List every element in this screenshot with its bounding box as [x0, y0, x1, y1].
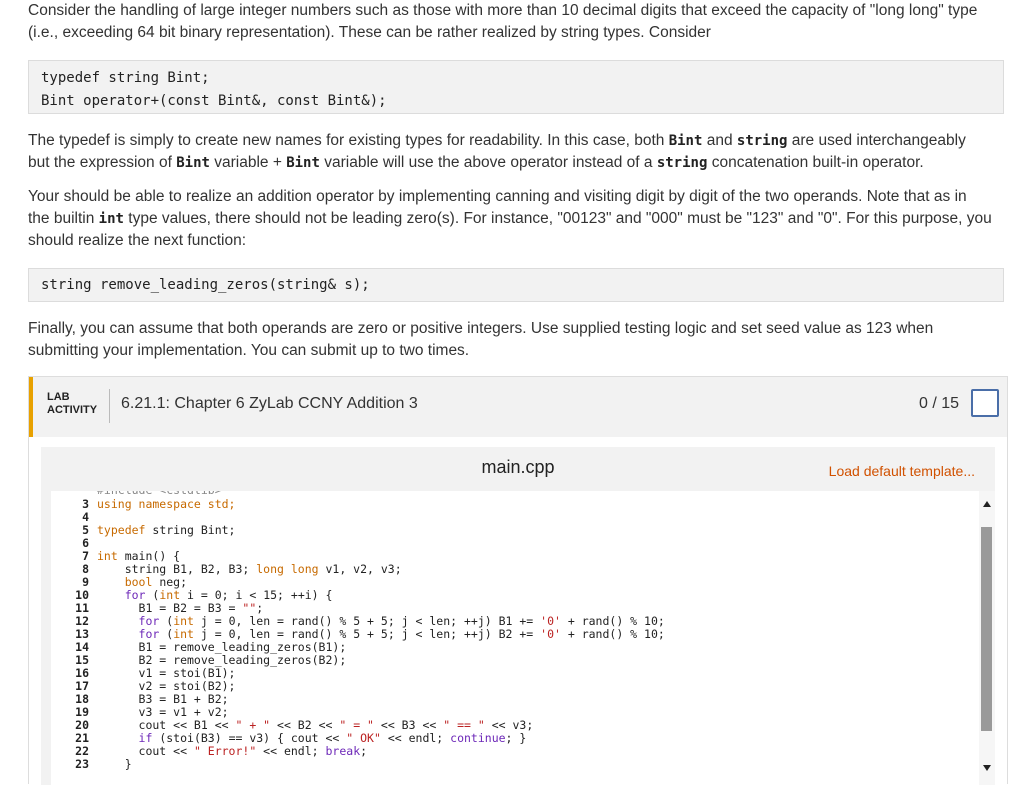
- scrollbar-thumb[interactable]: [981, 527, 992, 731]
- line-number: 15: [75, 653, 89, 667]
- line-number: 13: [75, 627, 89, 641]
- final-paragraph: Finally, you can assume that both operan…: [28, 318, 998, 362]
- addition-operator-line-2: the builtin int type values, there shoul…: [28, 210, 992, 227]
- line-number: 5: [82, 523, 89, 537]
- intro-line-2: (i.e., exceeding 64 bit binary represent…: [28, 24, 711, 41]
- line-number: 12: [75, 614, 89, 628]
- load-default-template-link[interactable]: Load default template...: [829, 463, 975, 479]
- lab-activity-panel: LAB ACTIVITY 6.21.1: Chapter 6 ZyLab CCN…: [28, 376, 1008, 785]
- typedef-explanation-paragraph: The typedef is simply to create new name…: [28, 130, 998, 174]
- line-number: 3: [82, 497, 89, 511]
- code-line-14: B1 = remove_leading_zeros(B1);: [97, 640, 347, 654]
- line-number: 7: [82, 549, 89, 563]
- line-number: 14: [75, 640, 89, 654]
- lab-tag-line-2: ACTIVITY: [47, 404, 98, 416]
- intro-line-1: Consider the handling of large integer n…: [28, 2, 978, 19]
- line-number: 17: [75, 679, 89, 693]
- code-line-7: int main() {: [97, 549, 181, 563]
- lab-activity-tag: LAB ACTIVITY: [47, 391, 97, 417]
- header-divider: [109, 389, 110, 423]
- code-line-18: B3 = B1 + B2;: [97, 692, 229, 706]
- code-line-5: typedef string Bint;: [97, 523, 236, 537]
- code-line-10: for (int i = 0; i < 15; ++i) {: [124, 588, 333, 602]
- addition-operator-paragraph: Your should be able to realize an additi…: [28, 186, 998, 252]
- line-number: 6: [82, 536, 89, 550]
- typedef-explanation-line-1: The typedef is simply to create new name…: [28, 132, 966, 149]
- final-line-1: Finally, you can assume that both operan…: [28, 320, 934, 337]
- line-number: 9: [82, 575, 89, 589]
- addition-operator-line-1: Your should be able to realize an additi…: [28, 188, 967, 205]
- code-line-17: v2 = stoi(B2);: [97, 679, 236, 693]
- code-line-9: bool neg;: [124, 575, 188, 589]
- code-line-8: string B1, B2, B3; long long v1, v2, v3;: [97, 562, 402, 576]
- intro-paragraph: Consider the handling of large integer n…: [28, 0, 998, 44]
- typedef-code-line-1: typedef string Bint;: [41, 70, 210, 86]
- final-line-2: submitting your implementation. You can …: [28, 342, 470, 359]
- line-number: 19: [75, 705, 89, 719]
- addition-operator-line-3: should realize the next function:: [28, 232, 246, 249]
- line-number: 11: [75, 601, 89, 615]
- lab-activity-header: LAB ACTIVITY 6.21.1: Chapter 6 ZyLab CCN…: [29, 377, 1007, 437]
- line-number: 4: [82, 510, 89, 524]
- scroll-up-arrow-icon[interactable]: [983, 501, 991, 507]
- line-number: 8: [82, 562, 89, 576]
- code-line-16: v1 = stoi(B1);: [97, 666, 236, 680]
- code-editor-panel: main.cpp Load default template... #inclu…: [41, 447, 995, 785]
- code-line-19: v3 = v1 + v2;: [97, 705, 229, 719]
- code-line-20: cout << B1 << " + " << B2 << " = " << B3…: [97, 718, 534, 732]
- typedef-code-box: typedef string Bint; Bint operator+(cons…: [28, 60, 1004, 114]
- code-line-23: }: [97, 757, 132, 771]
- code-line-3: using namespace std;: [97, 497, 236, 511]
- code-line-11: B1 = B2 = B3 = "";: [97, 601, 264, 615]
- code-line-22: cout << " Error!" << endl; break;: [97, 744, 368, 758]
- line-number: 10: [75, 588, 89, 602]
- code-line-12: for (int j = 0, len = rand() % 5 + 5; j …: [138, 614, 665, 628]
- lab-title: 6.21.1: Chapter 6 ZyLab CCNY Addition 3: [121, 395, 418, 412]
- code-line-15: B2 = remove_leading_zeros(B2);: [97, 653, 347, 667]
- typedef-code-line-2: Bint operator+(const Bint&, const Bint&)…: [41, 93, 387, 109]
- line-number: 22: [75, 744, 89, 758]
- line-number: 21: [75, 731, 89, 745]
- lab-tag-line-1: LAB: [47, 391, 70, 403]
- function-code-box: string remove_leading_zeros(string& s);: [28, 268, 1004, 302]
- scroll-down-arrow-icon[interactable]: [983, 765, 991, 771]
- line-number: 16: [75, 666, 89, 680]
- completion-checkbox-icon: [971, 389, 999, 417]
- typedef-explanation-line-2: but the expression of Bint variable + Bi…: [28, 154, 924, 171]
- lab-score: 0 / 15: [918, 395, 959, 412]
- line-number: 20: [75, 718, 89, 732]
- function-code-line: string remove_leading_zeros(string& s);: [41, 277, 370, 293]
- vertical-scrollbar[interactable]: [979, 491, 995, 785]
- code-editor[interactable]: #include <cstdlib> 3 4 5 6 7 8 9 10 11 1…: [51, 491, 995, 785]
- code-line-13: for (int j = 0, len = rand() % 5 + 5; j …: [138, 627, 665, 641]
- code-line-21: if (stoi(B3) == v3) { cout << " OK" << e…: [138, 731, 527, 745]
- line-number: 23: [75, 757, 89, 771]
- line-number: 18: [75, 692, 89, 706]
